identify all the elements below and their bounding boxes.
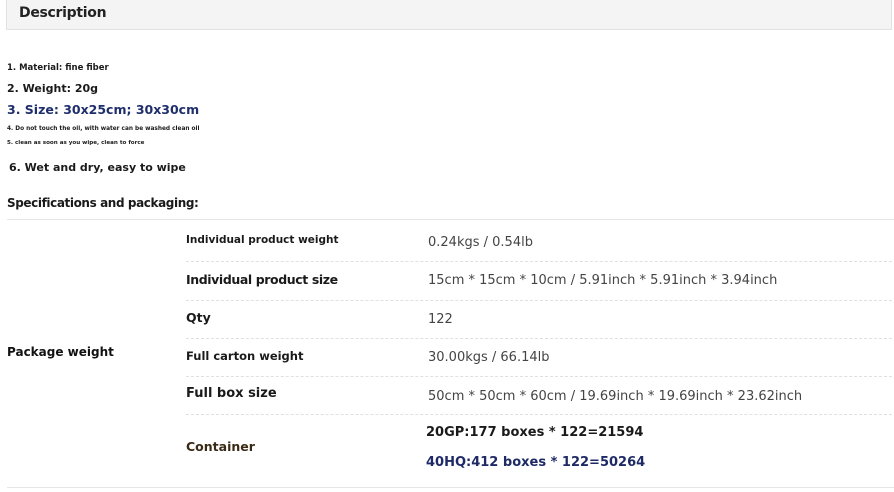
package-weight-label: Package weight xyxy=(7,345,114,359)
description-item-material: 1. Material: fine fiber xyxy=(7,63,109,73)
description-item-weight: 2. Weight: 20g xyxy=(7,82,99,95)
table-bottom-border xyxy=(7,487,894,488)
spec-value-carton-weight: 30.00kgs / 66.14lb xyxy=(428,350,550,365)
spec-label-qty: Qty xyxy=(186,310,211,325)
spec-label-container: Container xyxy=(186,439,255,454)
row-divider xyxy=(186,300,892,301)
specs-title: Specifications and packaging: xyxy=(7,196,199,210)
spec-value-container-40hq: 40HQ:412 boxes * 122=50264 xyxy=(426,455,646,470)
spec-label-carton-weight: Full carton weight xyxy=(186,349,304,363)
row-divider xyxy=(186,414,892,415)
description-title: Description xyxy=(19,5,107,21)
description-item-wet-dry: 6. Wet and dry, easy to wipe xyxy=(9,161,186,174)
description-item-size: 3. Size: 30x25cm; 30x30cm xyxy=(7,102,200,117)
row-divider xyxy=(186,338,892,339)
row-divider xyxy=(186,376,892,377)
spec-label-product-size: Individual product size xyxy=(186,272,338,287)
spec-label-box-size: Full box size xyxy=(186,386,277,401)
row-divider xyxy=(186,261,892,262)
description-item-clean: 5. clean as soon as you wipe, clean to f… xyxy=(7,140,145,146)
description-header: Description xyxy=(6,0,892,30)
spec-value-box-size: 50cm * 50cm * 60cm / 19.69inch * 19.69in… xyxy=(428,389,803,404)
spec-value-product-size: 15cm * 15cm * 10cm / 5.91inch * 5.91inch… xyxy=(428,273,778,288)
table-top-border xyxy=(7,219,894,220)
spec-value-qty: 122 xyxy=(428,312,453,327)
spec-value-container-20gp: 20GP:177 boxes * 122=21594 xyxy=(426,425,644,440)
description-item-oil: 4. Do not touch the oil, with water can … xyxy=(7,126,200,132)
spec-label-product-weight: Individual product weight xyxy=(186,234,339,246)
spec-value-product-weight: 0.24kgs / 0.54lb xyxy=(428,235,533,250)
